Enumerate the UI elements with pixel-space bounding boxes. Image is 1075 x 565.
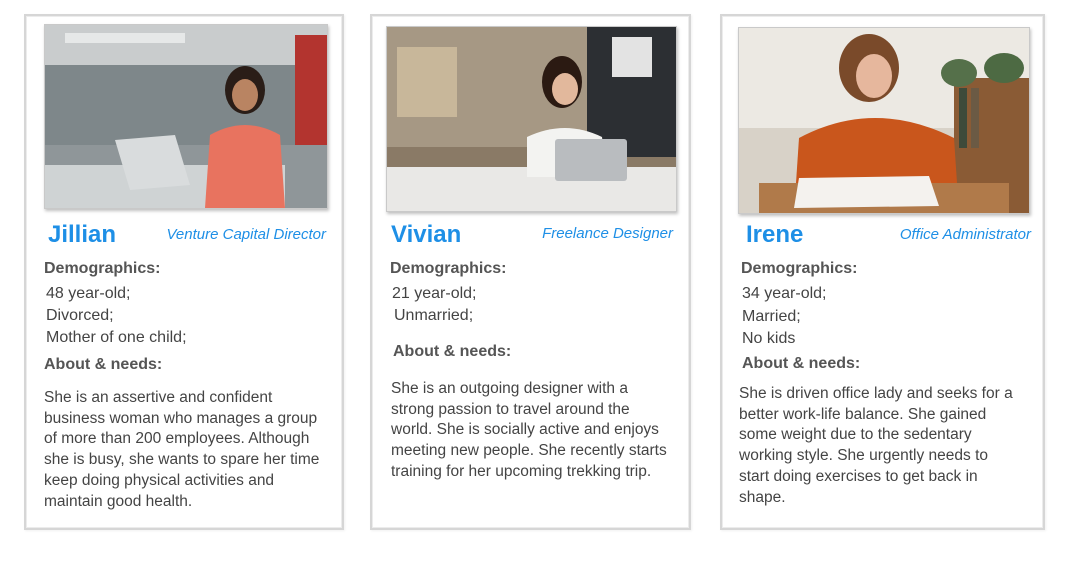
about-text: She is an outgoing designer with a stron…: [391, 380, 667, 480]
persona-role: Freelance Designer: [542, 225, 673, 242]
persona-card-vivian: Vivian Freelance Designer Demographics: …: [370, 14, 691, 530]
demographics-label: Demographics:: [390, 260, 507, 277]
about-label: About & needs:: [393, 343, 512, 360]
persona-name: Vivian: [391, 221, 462, 248]
persona-card-jillian: Jillian Venture Capital Director Demogra…: [24, 14, 344, 530]
about-label: About & needs:: [44, 356, 163, 373]
persona-photo: [386, 26, 677, 212]
persona-card-irene: Irene Office Administrator Demographics:…: [720, 14, 1045, 530]
demographic-item: 48 year-old;: [46, 285, 131, 302]
about-label: About & needs:: [742, 355, 861, 372]
about-text: She is an assertive and confident busine…: [44, 389, 320, 510]
demographics-label: Demographics:: [44, 260, 161, 277]
persona-name: Irene: [746, 221, 804, 248]
about-text: She is driven office lady and seeks for …: [739, 385, 1013, 506]
persona-photo: [44, 24, 328, 209]
persona-role: Office Administrator: [899, 226, 1031, 243]
demographic-item: Mother of one child;: [46, 329, 187, 346]
demographic-item: 21 year-old;: [392, 285, 477, 302]
demographic-item: Divorced;: [46, 307, 114, 324]
persona-name: Jillian: [48, 221, 117, 248]
demographic-item: 34 year-old;: [742, 285, 827, 302]
demographic-item: No kids: [742, 330, 796, 347]
persona-photo: [738, 27, 1030, 214]
persona-role: Venture Capital Director: [166, 226, 326, 243]
demographics-label: Demographics:: [741, 260, 858, 277]
demographic-item: Married;: [742, 308, 801, 325]
demographic-item: Unmarried;: [394, 307, 474, 324]
